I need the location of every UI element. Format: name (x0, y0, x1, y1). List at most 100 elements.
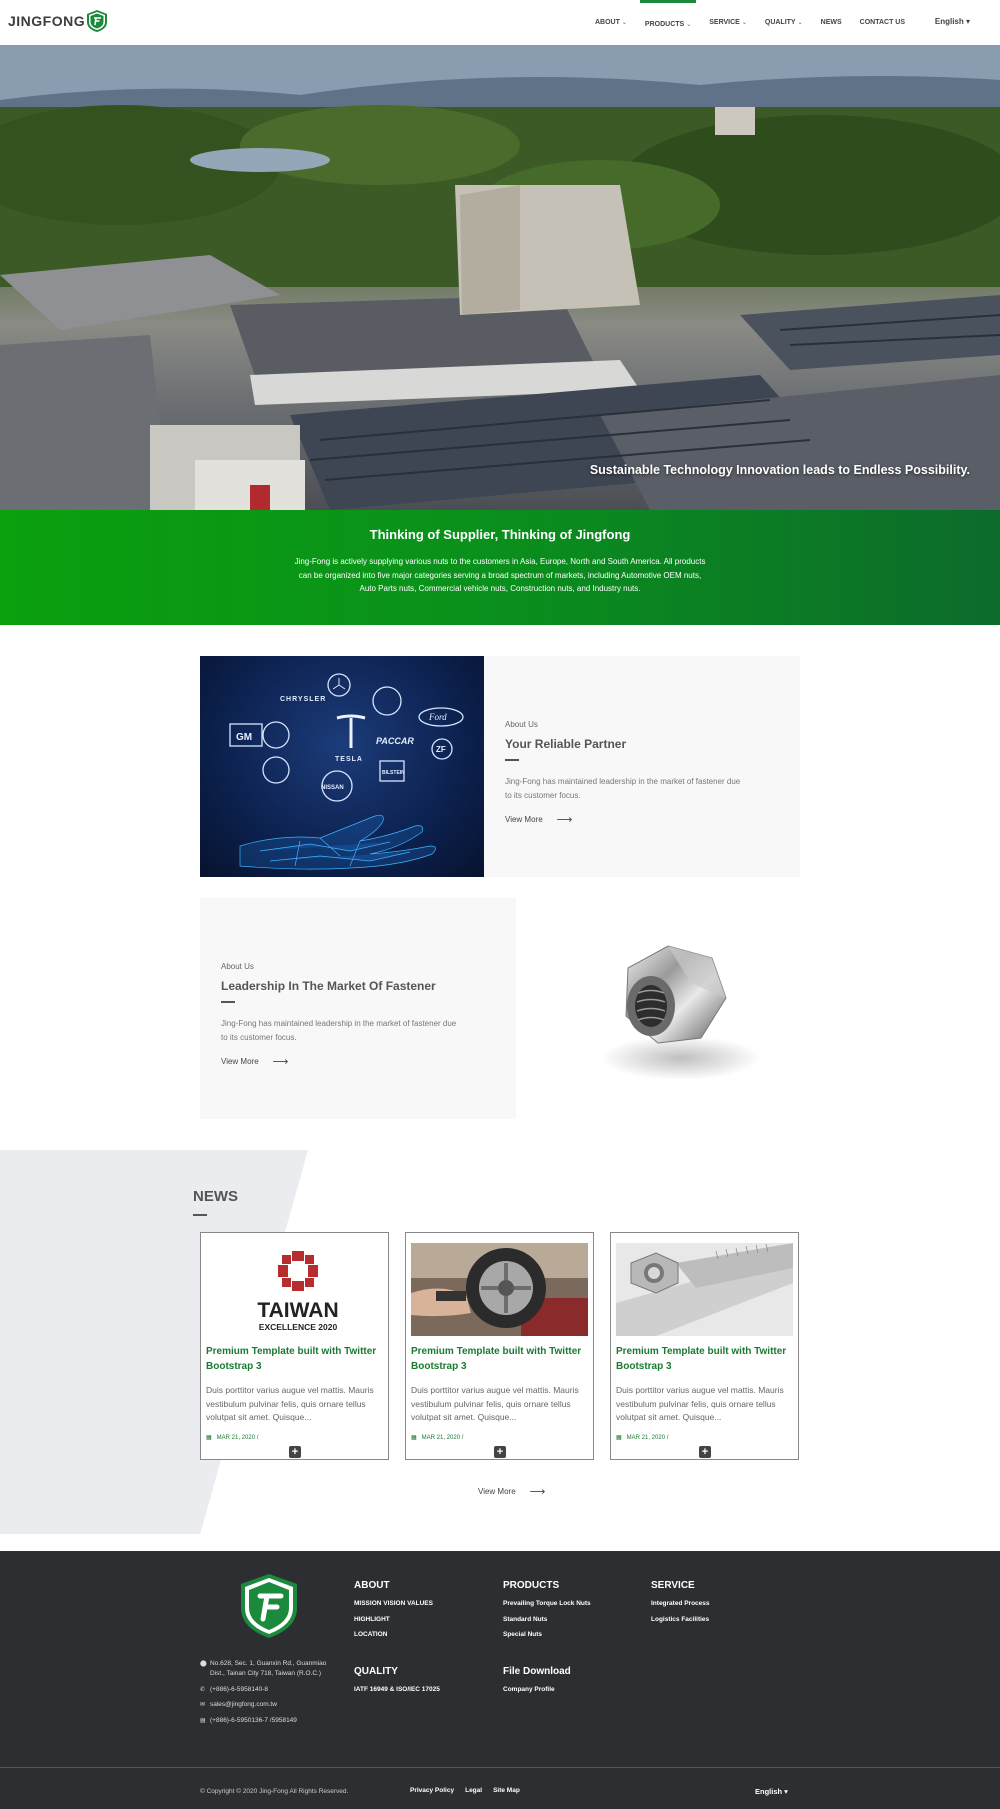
expand-plus-icon[interactable]: + (289, 1446, 301, 1458)
brand-paccar: PACCAR (376, 736, 414, 746)
about-card-leadership: About Us Leadership In The Market Of Fas… (200, 898, 800, 1119)
footer-link[interactable]: Standard Nuts (503, 1616, 591, 1623)
news-view-more-link[interactable]: View More ⟶ (478, 1485, 545, 1498)
about-kicker: About Us (505, 720, 538, 729)
caliper-nut-photo (616, 1243, 793, 1336)
about-title: Leadership In The Market Of Fastener (221, 979, 436, 993)
calendar-icon: ▦ (206, 1435, 212, 1441)
footer-heading: PRODUCTS (503, 1580, 560, 1591)
footer-heading: File Download (503, 1666, 571, 1677)
expand-plus-icon[interactable]: + (494, 1446, 506, 1458)
legal-link[interactable]: Legal (465, 1787, 482, 1794)
footer-link[interactable]: Integrated Process (651, 1600, 710, 1607)
nav-news[interactable]: NEWS (812, 0, 851, 45)
brand-zf: ZF (436, 745, 446, 754)
footer-contact: ⬤ No.628, Sec. 1, Guanxin Rd., Guanmiao D… (200, 1659, 340, 1731)
calendar-icon: ▦ (616, 1435, 622, 1441)
site-header: JINGFONG ABOUT ⌄ PRODUCTS ⌄ SERVICE ⌄ QUALI… (0, 0, 1000, 45)
about-card-partner: CHRYSLER GM TESLA PACCAR Ford NISSAN ZF … (200, 656, 800, 877)
about-title: Your Reliable Partner (505, 737, 627, 751)
footer-bottom-links: Privacy Policy Legal Site Map (410, 1787, 531, 1794)
footer-link[interactable]: Company Profile (503, 1686, 571, 1693)
brand-ford: Ford (428, 712, 447, 722)
intro-band: Thinking of Supplier, Thinking of Jingfo… (0, 510, 1000, 625)
news-card[interactable]: TAIWAN EXCELLENCE 2020 Premium Template … (200, 1232, 389, 1460)
footer-phone[interactable]: (+886)-6-5958140-8 (210, 1685, 268, 1695)
footer-logo-icon[interactable] (241, 1574, 297, 1638)
footer-divider (0, 1767, 1000, 1768)
title-underline (505, 759, 519, 761)
nav-products[interactable]: PRODUCTS ⌄ (636, 0, 700, 45)
news-excerpt: Duis porttitor varius augue vel mattis. … (616, 1385, 784, 1422)
footer-language-select[interactable]: English ▾ (755, 1787, 788, 1796)
site-footer: ⬤ No.628, Sec. 1, Guanxin Rd., Guanmiao D… (0, 1551, 1000, 1809)
footer-link[interactable]: LOCATION (354, 1631, 433, 1638)
nav-contact[interactable]: CONTACT US (851, 0, 914, 45)
arrow-right-icon: ⟶ (529, 1486, 546, 1498)
chevron-down-icon: ⌄ (741, 20, 747, 26)
tire-service-photo (411, 1243, 588, 1336)
news-date: ▦ MAR 21, 2020 / (411, 1434, 464, 1442)
phone-icon: ✆ (200, 1686, 206, 1693)
footer-link[interactable]: IATF 16949 & ISO/IEC 17025 (354, 1686, 440, 1693)
about-card-panel: About Us Leadership In The Market Of Fas… (200, 898, 516, 1119)
news-excerpt: Duis porttitor varius augue vel mattis. … (206, 1385, 374, 1422)
news-excerpt: Duis porttitor varius augue vel mattis. … (411, 1385, 579, 1422)
footer-col-quality: QUALITY IATF 16949 & ISO/IEC 17025 (354, 1666, 440, 1702)
arrow-right-icon: ⟶ (272, 1056, 289, 1068)
nav-quality[interactable]: QUALITY ⌄ (756, 0, 812, 45)
brand-bilstein: BILSTEIN (382, 770, 405, 776)
site-map-link[interactable]: Site Map (493, 1787, 520, 1794)
main-nav: ABOUT ⌄ PRODUCTS ⌄ SERVICE ⌄ QUALITY ⌄ NEWS … (586, 0, 914, 45)
view-more-link[interactable]: View More ⟶ (505, 813, 745, 826)
thumb-subtitle: EXCELLENCE 2020 (259, 1322, 338, 1332)
view-more-link[interactable]: View More ⟶ (221, 1055, 461, 1068)
lug-nut-illustration (601, 945, 761, 1080)
thumb-title: TAIWAN (257, 1299, 338, 1322)
brand-tesla: TESLA (335, 756, 363, 763)
news-title[interactable]: Premium Template built with Twitter Boot… (411, 1345, 586, 1374)
brand-nissan: NISSAN (321, 785, 344, 791)
footer-link[interactable]: MISSION VISION VALUES (354, 1600, 433, 1607)
hero-factory-aerial-image (0, 45, 1000, 510)
brand-gm: GM (236, 732, 252, 743)
logo-badge-icon (87, 10, 108, 32)
hero-caption: Sustainable Technology Innovation leads … (589, 463, 970, 477)
footer-link[interactable]: Prevailing Torque Lock Nuts (503, 1600, 591, 1607)
footer-email[interactable]: sales@jingfong.com.tw (210, 1700, 277, 1710)
news-date: ▦ MAR 21, 2020 / (616, 1434, 669, 1442)
footer-link[interactable]: HIGHLIGHT (354, 1616, 433, 1623)
fax-icon: ▤ (200, 1717, 206, 1724)
news-card[interactable]: Premium Template built with Twitter Boot… (610, 1232, 799, 1460)
nav-about[interactable]: ABOUT ⌄ (586, 0, 636, 45)
map-pin-icon: ⬤ (200, 1661, 207, 1667)
logo[interactable]: JINGFONG (8, 10, 108, 32)
footer-link[interactable]: Special Nuts (503, 1631, 591, 1638)
news-title[interactable]: Premium Template built with Twitter Boot… (616, 1345, 791, 1374)
title-underline (221, 1001, 235, 1003)
hero-banner: Sustainable Technology Innovation leads … (0, 45, 1000, 510)
privacy-policy-link[interactable]: Privacy Policy (410, 1787, 454, 1794)
footer-col-products: PRODUCTS Prevailing Torque Lock Nuts Sta… (503, 1580, 591, 1647)
nav-service[interactable]: SERVICE ⌄ (700, 0, 756, 45)
footer-heading: SERVICE (651, 1580, 695, 1591)
news-date: ▦ MAR 21, 2020 / (206, 1434, 259, 1442)
footer-heading: ABOUT (354, 1580, 390, 1591)
logo-text: JINGFONG (8, 13, 86, 29)
news-underline (193, 1214, 207, 1216)
language-select[interactable]: English ▾ (935, 17, 970, 26)
news-thumb-caliper-nut (616, 1243, 793, 1336)
expand-plus-icon[interactable]: + (699, 1446, 711, 1458)
footer-link[interactable]: Logistics Facilities (651, 1616, 710, 1623)
copyright: © Copyright © 2020 Jing-Fong All Rights … (200, 1788, 349, 1795)
news-card[interactable]: Premium Template built with Twitter Boot… (405, 1232, 594, 1460)
intro-text: Jing-Fong is actively supplying various … (294, 557, 706, 593)
footer-col-about: ABOUT MISSION VISION VALUES HIGHLIGHT LO… (354, 1580, 433, 1647)
brand-hand-illustration: CHRYSLER GM TESLA PACCAR Ford NISSAN ZF … (229, 673, 464, 870)
about-kicker: About Us (221, 962, 254, 971)
footer-col-service: SERVICE Integrated Process Logistics Fac… (651, 1580, 710, 1631)
footer-heading: QUALITY (354, 1666, 398, 1677)
about-text: Jing-Fong has maintained leadership in t… (505, 777, 741, 800)
about-text: Jing-Fong has maintained leadership in t… (221, 1019, 457, 1042)
news-title[interactable]: Premium Template built with Twitter Boot… (206, 1345, 381, 1374)
